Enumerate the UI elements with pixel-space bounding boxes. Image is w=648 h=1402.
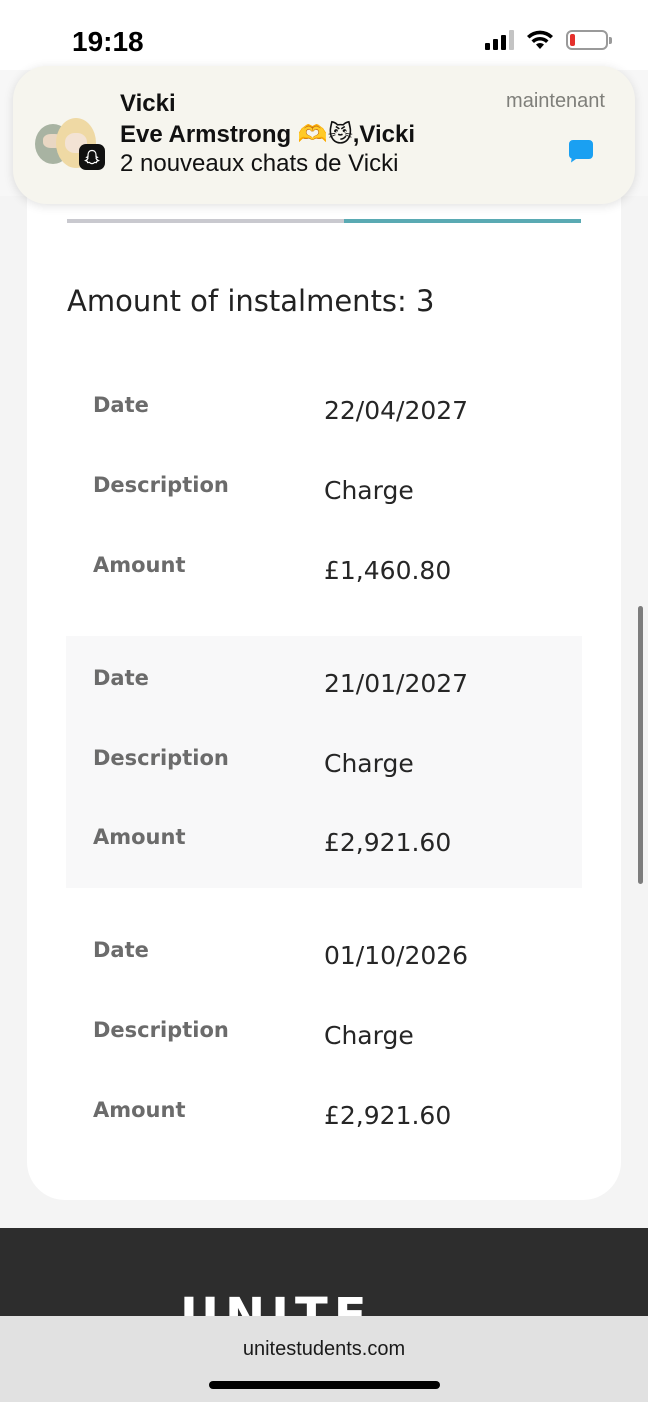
date-value: 21/01/2027 [324,669,469,698]
cellular-signal-icon [485,30,514,50]
amount-value: £2,921.60 [324,1101,452,1130]
home-indicator[interactable] [209,1381,440,1389]
notification-body: 2 nouveaux chats de Vicki [120,150,399,177]
site-footer: UNITE [0,1228,648,1318]
description-value: Charge [324,1021,414,1050]
instalment-description-row: Description Charge [66,473,582,513]
description-label: Description [93,1018,229,1042]
instalment-date-row: Date 22/04/2027 [66,393,582,433]
instalment-item: Date 01/10/2026 Description Charge Amoun… [66,888,582,1138]
chat-bubble-icon [569,140,593,163]
amount-value: £2,921.60 [324,828,452,857]
instalment-description-row: Description Charge [66,1018,582,1058]
date-label: Date [93,666,149,690]
battery-icon [566,30,612,50]
amount-value: £1,460.80 [324,556,452,585]
wifi-icon [527,30,553,49]
unite-logo[interactable]: UNITE [180,1288,373,1318]
instalment-date-row: Date 21/01/2027 [66,666,582,706]
browser-url-bar[interactable]: unitestudents.com [0,1316,648,1402]
instalments-card: Amount of instalments: 3 Date 22/04/2027… [27,150,621,1200]
status-time: 19:18 [72,26,144,57]
instalment-description-row: Description Charge [66,746,582,786]
instalment-item: Date 22/04/2027 Description Charge Amoun… [66,377,582,627]
description-label: Description [93,473,229,497]
instalments-heading: Amount of instalments: 3 [67,284,435,318]
amount-label: Amount [93,553,186,577]
description-label: Description [93,746,229,770]
instalment-item: Date 21/01/2027 Description Charge Amoun… [66,636,582,888]
notification-title: Vicki [120,90,176,117]
date-label: Date [93,938,149,962]
chat-notification[interactable]: Vicki Eve Armstrong 🫶😼,Vicki 2 nouveaux … [13,66,635,204]
date-value: 01/10/2026 [324,941,469,970]
instalment-amount-row: Amount £2,921.60 [66,825,582,865]
scrollbar[interactable] [638,606,643,884]
description-value: Charge [324,476,414,505]
date-value: 22/04/2027 [324,396,469,425]
tab-indicator-active[interactable] [344,219,581,223]
instalment-amount-row: Amount £1,460.80 [66,553,582,593]
status-bar: 19:18 [0,0,648,70]
amount-label: Amount [93,1098,186,1122]
notification-subtitle: Eve Armstrong 🫶😼,Vicki [120,121,415,148]
status-icons [485,30,612,50]
amount-label: Amount [93,825,186,849]
snapchat-ghost-icon [79,144,105,170]
url-text[interactable]: unitestudents.com [0,1338,648,1361]
instalment-date-row: Date 01/10/2026 [66,938,582,978]
date-label: Date [93,393,149,417]
description-value: Charge [324,749,414,778]
instalment-amount-row: Amount £2,921.60 [66,1098,582,1138]
notification-time: maintenant [506,90,605,112]
